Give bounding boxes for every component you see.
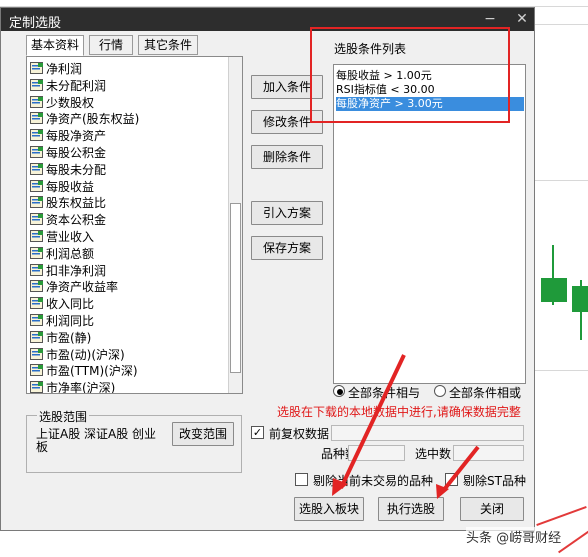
annotation-arrows [332,354,480,499]
arrow-to-block-button [339,354,406,489]
watermark: 头条 @崂哥财经 [466,527,562,546]
arrow-to-execute-button [441,445,480,493]
